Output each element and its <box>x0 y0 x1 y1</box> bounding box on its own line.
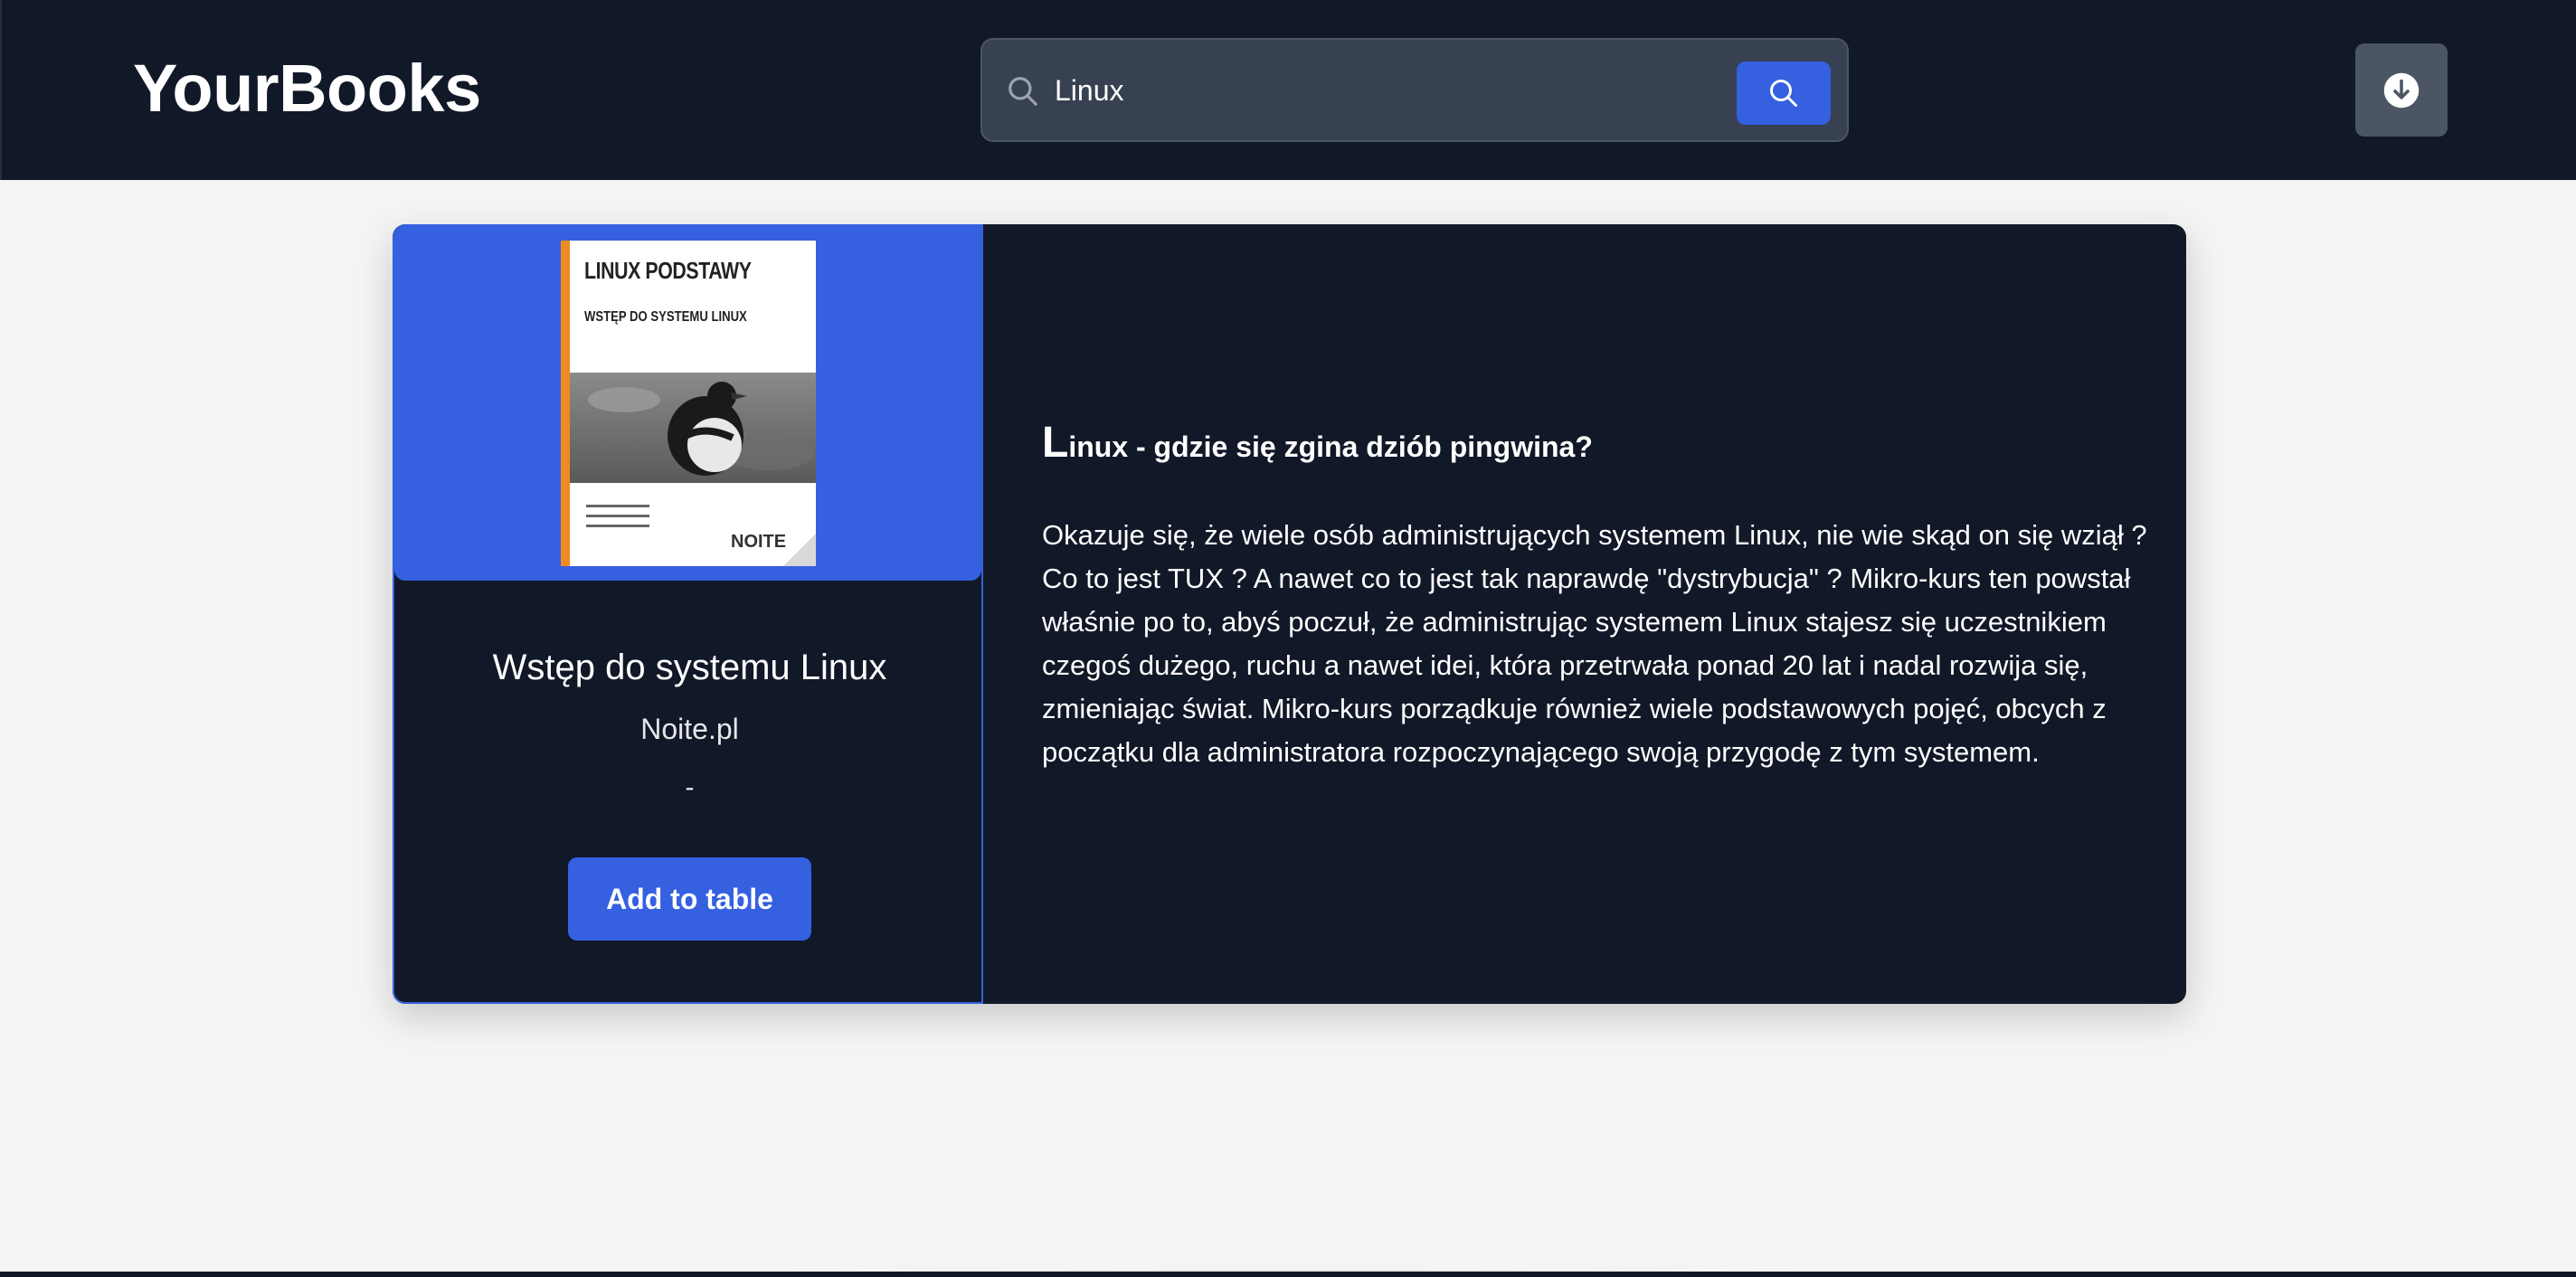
search-input[interactable] <box>1055 61 1796 119</box>
book-title: Wstęp do systemu Linux <box>492 648 887 687</box>
bottom-edge <box>0 1272 2576 1277</box>
book-author: Noite.pl <box>640 713 739 745</box>
search-icon <box>1009 77 1037 106</box>
description-heading: Linux - gdzie się zgina dziób pingwina? <box>1042 418 2155 468</box>
book-summary-panel: LINUX PODSTAWY WSTĘP DO SYSTEMU LINUX NO… <box>393 224 983 1004</box>
top-bar: YourBooks <box>0 0 2576 180</box>
cover-bullet-list <box>586 505 649 534</box>
download-button[interactable] <box>2355 43 2448 137</box>
search-icon <box>1770 80 1797 107</box>
cover-stripe <box>561 241 570 566</box>
book-description: Okazuje się, że wiele osób administrując… <box>1042 519 2147 768</box>
page-curl <box>783 534 816 566</box>
heading-text: inux - gdzie się zgina dziób pingwina? <box>1068 430 1593 463</box>
brand-logo[interactable]: YourBooks <box>133 51 481 127</box>
book-cover-image: LINUX PODSTAWY WSTĘP DO SYSTEMU LINUX NO… <box>561 241 816 566</box>
cover-publisher-logo: NOITE <box>731 532 787 552</box>
book-card: LINUX PODSTAWY WSTĘP DO SYSTEMU LINUX NO… <box>393 224 2186 1004</box>
penguin-photo <box>570 373 816 483</box>
download-icon <box>2383 72 2420 108</box>
search-bar <box>980 38 1849 142</box>
book-extra-info: - <box>685 772 695 802</box>
heading-initial: L <box>1042 419 1069 467</box>
add-to-table-button[interactable]: Add to table <box>568 857 811 941</box>
cover-background: LINUX PODSTAWY WSTĘP DO SYSTEMU LINUX NO… <box>394 226 981 581</box>
cover-title: LINUX PODSTAWY <box>584 257 752 284</box>
search-button[interactable] <box>1737 61 1831 125</box>
cover-subtitle: WSTĘP DO SYSTEMU LINUX <box>584 309 747 325</box>
